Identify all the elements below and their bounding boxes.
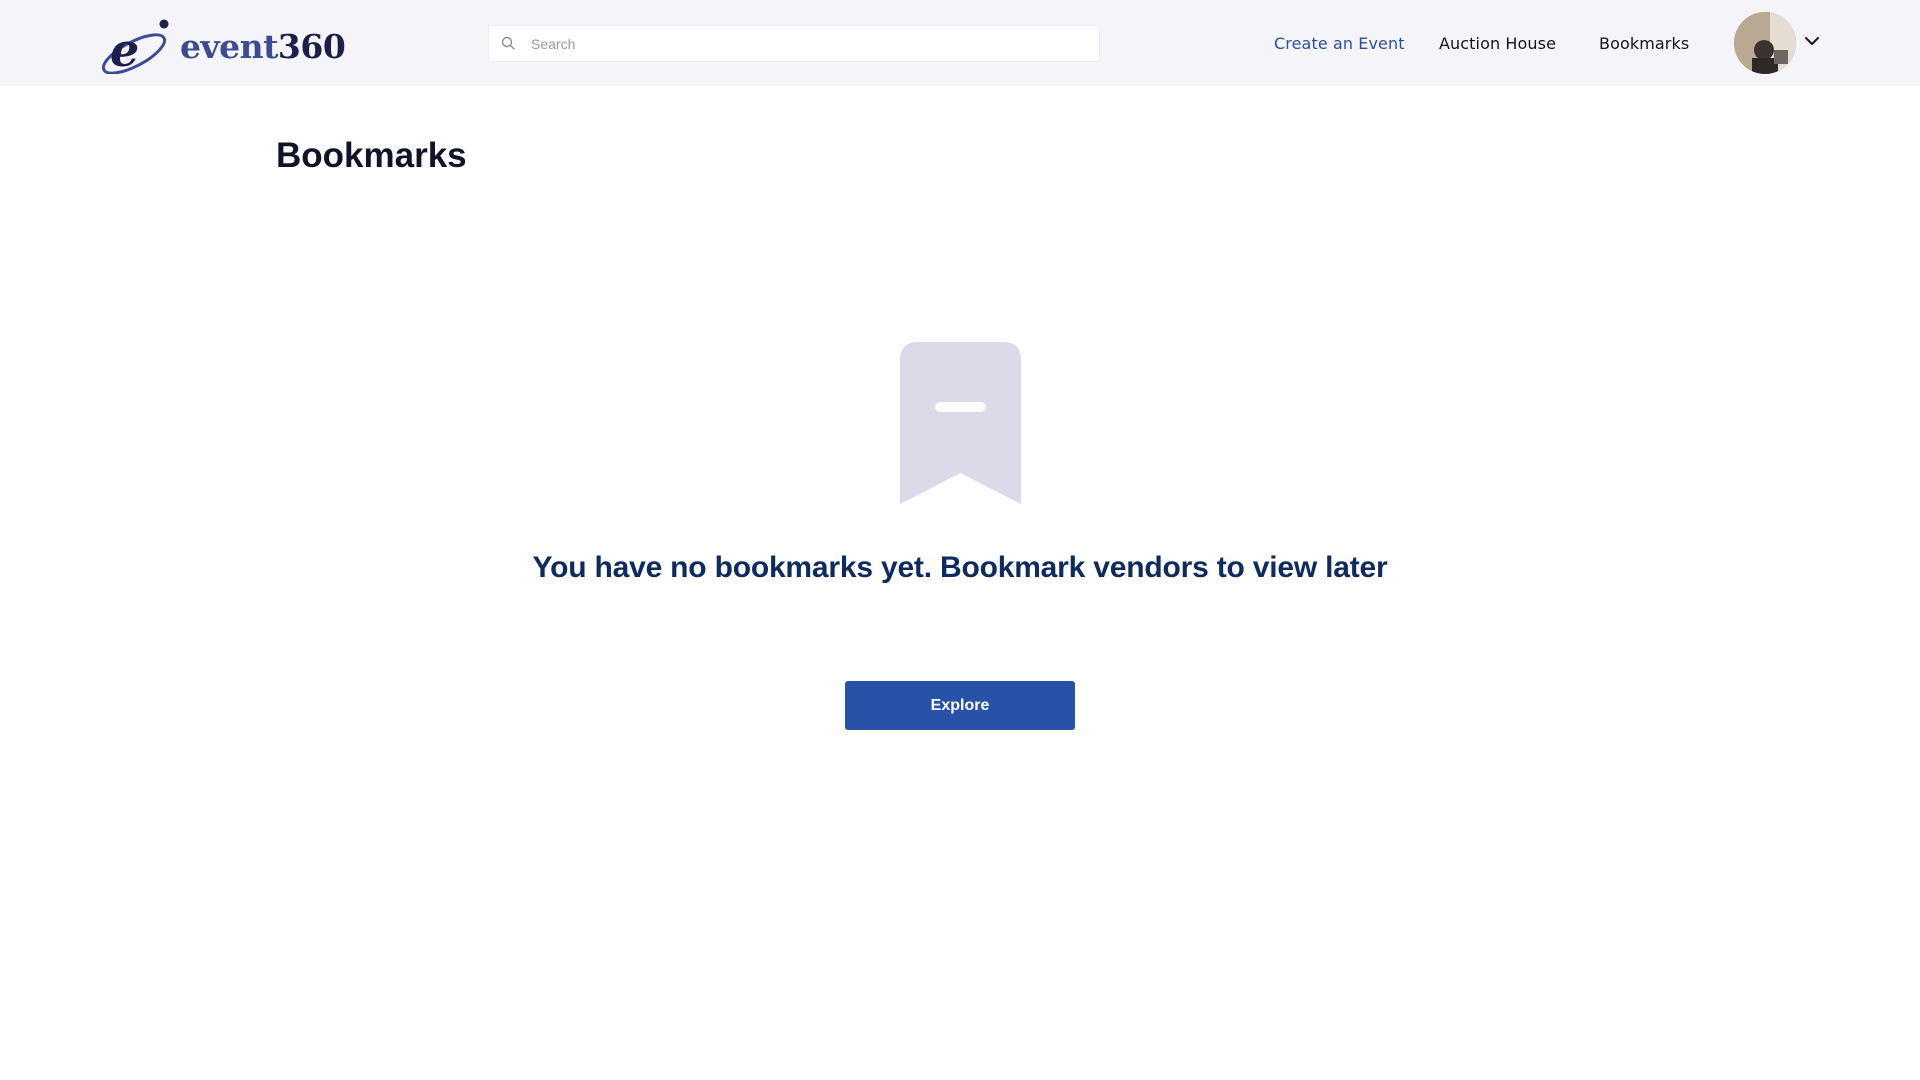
logo-text-main: event <box>180 26 278 66</box>
avatar-image <box>1734 12 1796 74</box>
search-icon <box>501 36 517 52</box>
search-bar[interactable] <box>488 25 1100 62</box>
logo-text-number: 360 <box>277 26 346 66</box>
bookmark-icon <box>900 342 1021 504</box>
avatar[interactable] <box>1734 12 1796 74</box>
empty-state-message: You have no bookmarks yet. Bookmark vend… <box>532 551 1388 584</box>
event360-logo[interactable]: e event360 <box>98 18 346 74</box>
nav-bookmarks[interactable]: Bookmarks <box>1599 34 1689 53</box>
top-header: e event360 Create an Event Auction House… <box>0 0 1920 86</box>
chevron-down-icon[interactable] <box>1804 34 1820 46</box>
event360-logo-mark: e <box>101 19 169 74</box>
svg-text:e: e <box>110 23 139 74</box>
page-title: Bookmarks <box>276 136 467 175</box>
search-input[interactable] <box>531 35 1071 52</box>
nav-auction-house[interactable]: Auction House <box>1439 34 1556 53</box>
explore-button[interactable]: Explore <box>845 681 1075 730</box>
logo-wordmark: event360 <box>180 26 346 66</box>
nav-create-event[interactable]: Create an Event <box>1274 34 1405 53</box>
